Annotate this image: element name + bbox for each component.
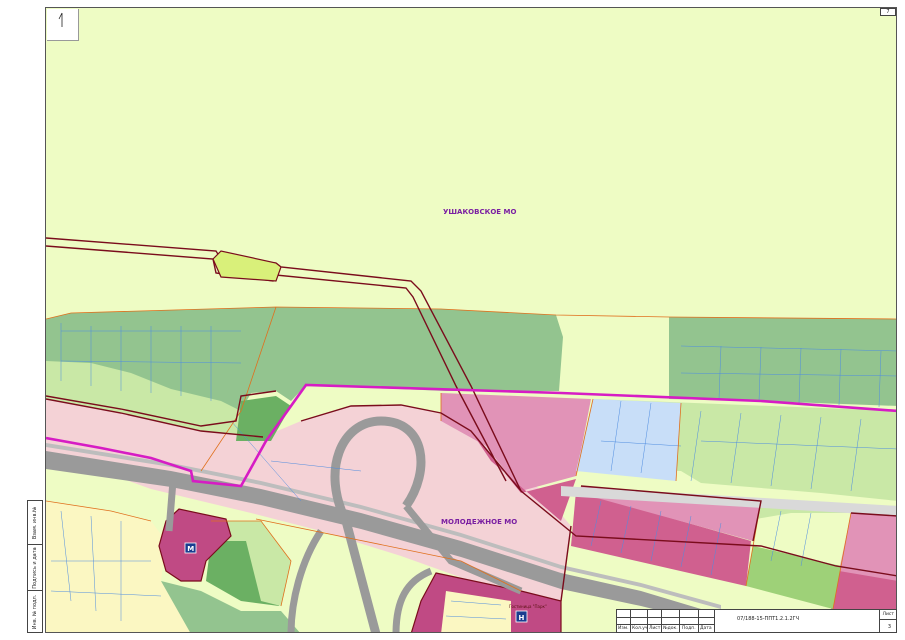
label-hotel: Гостиница "Парк" [509, 604, 547, 609]
north-arrow-icon [58, 12, 63, 27]
page-corner-number: 7 [880, 8, 896, 16]
tb-divider [879, 619, 897, 620]
tb-header: Лист [649, 626, 661, 631]
tb-row-line [617, 624, 715, 625]
label-ushakovskoe: УШАКОВСКОЕ МО [443, 208, 516, 216]
tb-header: Подп. [682, 626, 696, 631]
tb-column: Дата [699, 610, 715, 632]
tb-header: Изм. [618, 626, 629, 631]
tb-column: Изм. [617, 610, 631, 632]
label-molodezhnoe: МОЛОДЕЖНОЕ МО [441, 518, 517, 526]
tb-column: Лист [648, 610, 662, 632]
tb-column: Подп. [680, 610, 699, 632]
sheet-label: Лист [882, 612, 894, 617]
stamp-cell: Подпись и дата [28, 545, 42, 591]
tb-column: Кол.уч [631, 610, 648, 632]
map-canvas[interactable]: УШАКОВСКОЕ МО МОЛОДЕЖНОЕ МО Гостиница "П… [46, 8, 897, 633]
tb-row-line [617, 617, 715, 618]
stamp-cell: Инв. № подл. [28, 591, 42, 632]
tb-header: Кол.уч [632, 626, 648, 631]
tb-header: №док. [663, 626, 678, 631]
tb-column: №док. [662, 610, 680, 632]
forest-zone-east [669, 317, 896, 406]
stamp-cell-text: Инв. № подл. [32, 594, 38, 629]
stamp-cell-text: Взам. инв.№ [32, 506, 38, 539]
document-code: 07/188-15-ППТ1.2.1.2ГЧ [737, 616, 800, 622]
tb-header: Дата [700, 626, 712, 631]
road-left-junction [165, 480, 177, 532]
title-block: Изм. Кол.уч Лист №док. Подп. Дата 07/188… [616, 609, 897, 633]
stamp-cell-text: Подпись и дата [32, 546, 38, 589]
approval-stamp: Взам. инв.№ Подпись и дата Инв. № подл. [27, 500, 43, 633]
north-arrow-panel [47, 9, 79, 41]
stamp-cell: Взам. инв.№ [28, 501, 42, 545]
hotel-icon-glyph: H [519, 614, 525, 622]
metro-icon-glyph: M [187, 545, 194, 553]
map-viewport[interactable]: УШАКОВСКОЕ МО МОЛОДЕЖНОЕ МО Гостиница "П… [45, 7, 897, 633]
sheet-number: 3 [887, 624, 891, 630]
tb-divider [879, 610, 880, 632]
light-blue-parcel [576, 399, 681, 481]
